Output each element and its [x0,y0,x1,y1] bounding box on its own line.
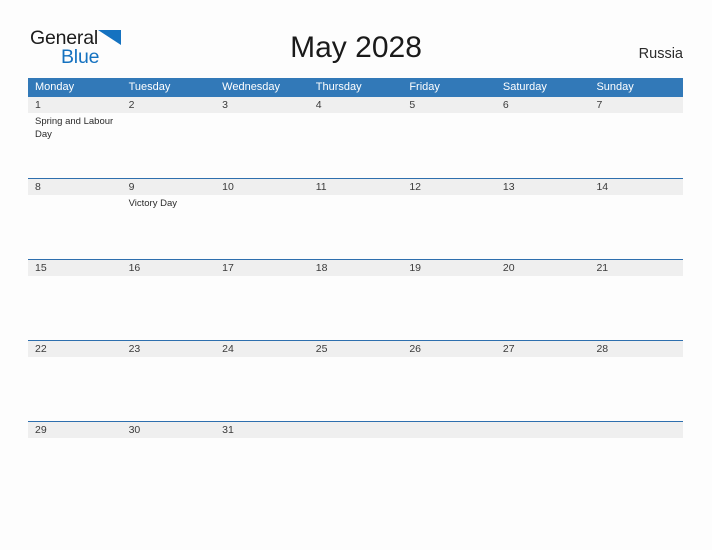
day-number: 18 [315,262,328,274]
weekday-header-thursday: Thursday [315,81,362,93]
calendar-day-cell[interactable]: 15 [28,260,122,341]
calendar-day-cell[interactable]: 12 [402,179,496,260]
day-number: 26 [409,343,421,355]
calendar-day-cell-empty [589,422,683,503]
calendar-weeks: 1 Spring and Labour Day 2 3 4 5 6 7 8 9 Victory Da… [28,97,683,502]
day-number: 13 [502,181,515,193]
day-number: 3 [222,99,228,111]
calendar-day-cells: 1 Spring and Labour Day 2 3 4 5 6 7 [28,97,683,178]
page-title: May 2028 [290,31,422,64]
calendar-day-cell[interactable]: 2 [122,97,216,178]
day-number: 1 [35,99,41,111]
weekday-header-sunday: Sunday [596,81,634,93]
country-label: Russia [638,46,683,62]
calendar-day-cell-empty [309,422,403,503]
calendar-day-cell[interactable]: 1 Spring and Labour Day [28,97,122,178]
calendar-day-cells: 29 30 31 [28,422,683,503]
calendar-day-cell[interactable]: 4 [309,97,403,178]
day-number: 28 [596,343,609,355]
calendar-week-row: 22 23 24 25 26 27 28 [28,340,683,421]
day-number: 10 [222,181,234,193]
day-number: 7 [596,99,603,111]
calendar-day-cell[interactable]: 21 [589,260,683,341]
calendar-day-cell[interactable]: 6 [496,97,590,178]
day-events: Spring and Labour Day [35,113,122,141]
page-header: General Blue May 2028 Russia [0,0,712,76]
calendar-day-cell[interactable]: 3 [215,97,309,178]
calendar-day-cell[interactable]: 10 [215,179,309,260]
calendar-day-cells: 15 16 17 18 19 20 21 [28,260,683,341]
day-events: Victory Day [129,195,216,211]
day-number: 19 [409,262,421,274]
day-number: 4 [315,99,322,111]
day-number: 30 [128,424,141,436]
calendar-day-cell[interactable]: 28 [589,341,683,422]
day-number: 29 [35,424,47,436]
day-number: 21 [596,262,609,274]
calendar-day-cell[interactable]: 18 [309,260,403,341]
day-number: 16 [128,262,141,274]
calendar-day-cells: 8 9 Victory Day 10 11 12 13 14 [28,179,683,260]
weekday-header-saturday: Saturday [502,81,547,93]
calendar-day-cell-empty [402,422,496,503]
holiday-label: Victory Day [128,198,177,209]
calendar-grid: Monday Tuesday Wednesday Thursday Friday… [28,78,683,502]
day-number: 12 [409,181,421,193]
calendar-day-cell[interactable]: 5 [402,97,496,178]
weekday-header-friday: Friday [409,81,440,93]
calendar-day-cell[interactable]: 26 [402,341,496,422]
day-number: 9 [128,181,135,193]
day-number: 15 [35,262,47,274]
calendar-day-cell[interactable]: 27 [496,341,590,422]
calendar-day-cell-empty [496,422,590,503]
day-number: 24 [222,343,234,355]
calendar-week-row: 8 9 Victory Day 10 11 12 13 14 [28,178,683,259]
calendar-day-cell[interactable]: 29 [28,422,122,503]
weekday-header-wednesday: Wednesday [222,81,281,93]
day-number: 20 [502,262,515,274]
day-number: 11 [315,181,327,193]
day-number: 31 [222,424,234,436]
day-number: 17 [222,262,234,274]
day-number: 14 [596,181,609,193]
calendar-day-cell[interactable]: 30 [122,422,216,503]
calendar-day-cell[interactable]: 22 [28,341,122,422]
calendar-week-row: 15 16 17 18 19 20 21 [28,259,683,340]
day-number: 27 [502,343,515,355]
holiday-label: Spring and Labour Day [35,116,114,140]
weekday-header-tuesday: Tuesday [128,81,171,93]
day-number: 23 [128,343,141,355]
calendar-day-cell[interactable]: 20 [496,260,590,341]
day-number: 25 [315,343,328,355]
day-number: 6 [502,99,509,111]
calendar-day-cell[interactable]: 25 [309,341,403,422]
weekday-header-monday: Monday [35,81,75,93]
calendar-day-cell[interactable]: 9 Victory Day [122,179,216,260]
day-number: 5 [409,99,416,111]
calendar-day-cell[interactable]: 19 [402,260,496,341]
day-number: 8 [35,181,41,193]
calendar-day-cell[interactable]: 8 [28,179,122,260]
calendar-week-row: 1 Spring and Labour Day 2 3 4 5 6 7 [28,97,683,178]
calendar-day-cell[interactable]: 23 [122,341,216,422]
calendar-day-cell[interactable]: 14 [589,179,683,260]
calendar-day-cells: 22 23 24 25 26 27 28 [28,341,683,422]
calendar-day-cell[interactable]: 31 [215,422,309,503]
calendar-week-row: 29 30 31 [28,421,683,502]
day-number: 2 [128,99,135,111]
calendar-day-cell[interactable]: 24 [215,341,309,422]
calendar-day-cell[interactable]: 17 [215,260,309,341]
calendar-day-cell[interactable]: 13 [496,179,590,260]
weekday-header-row: Monday Tuesday Wednesday Thursday Friday… [28,78,683,97]
calendar-day-cell[interactable]: 11 [309,179,403,260]
day-number: 22 [35,343,47,355]
calendar-day-cell[interactable]: 7 [589,97,683,178]
calendar-day-cell[interactable]: 16 [122,260,216,341]
